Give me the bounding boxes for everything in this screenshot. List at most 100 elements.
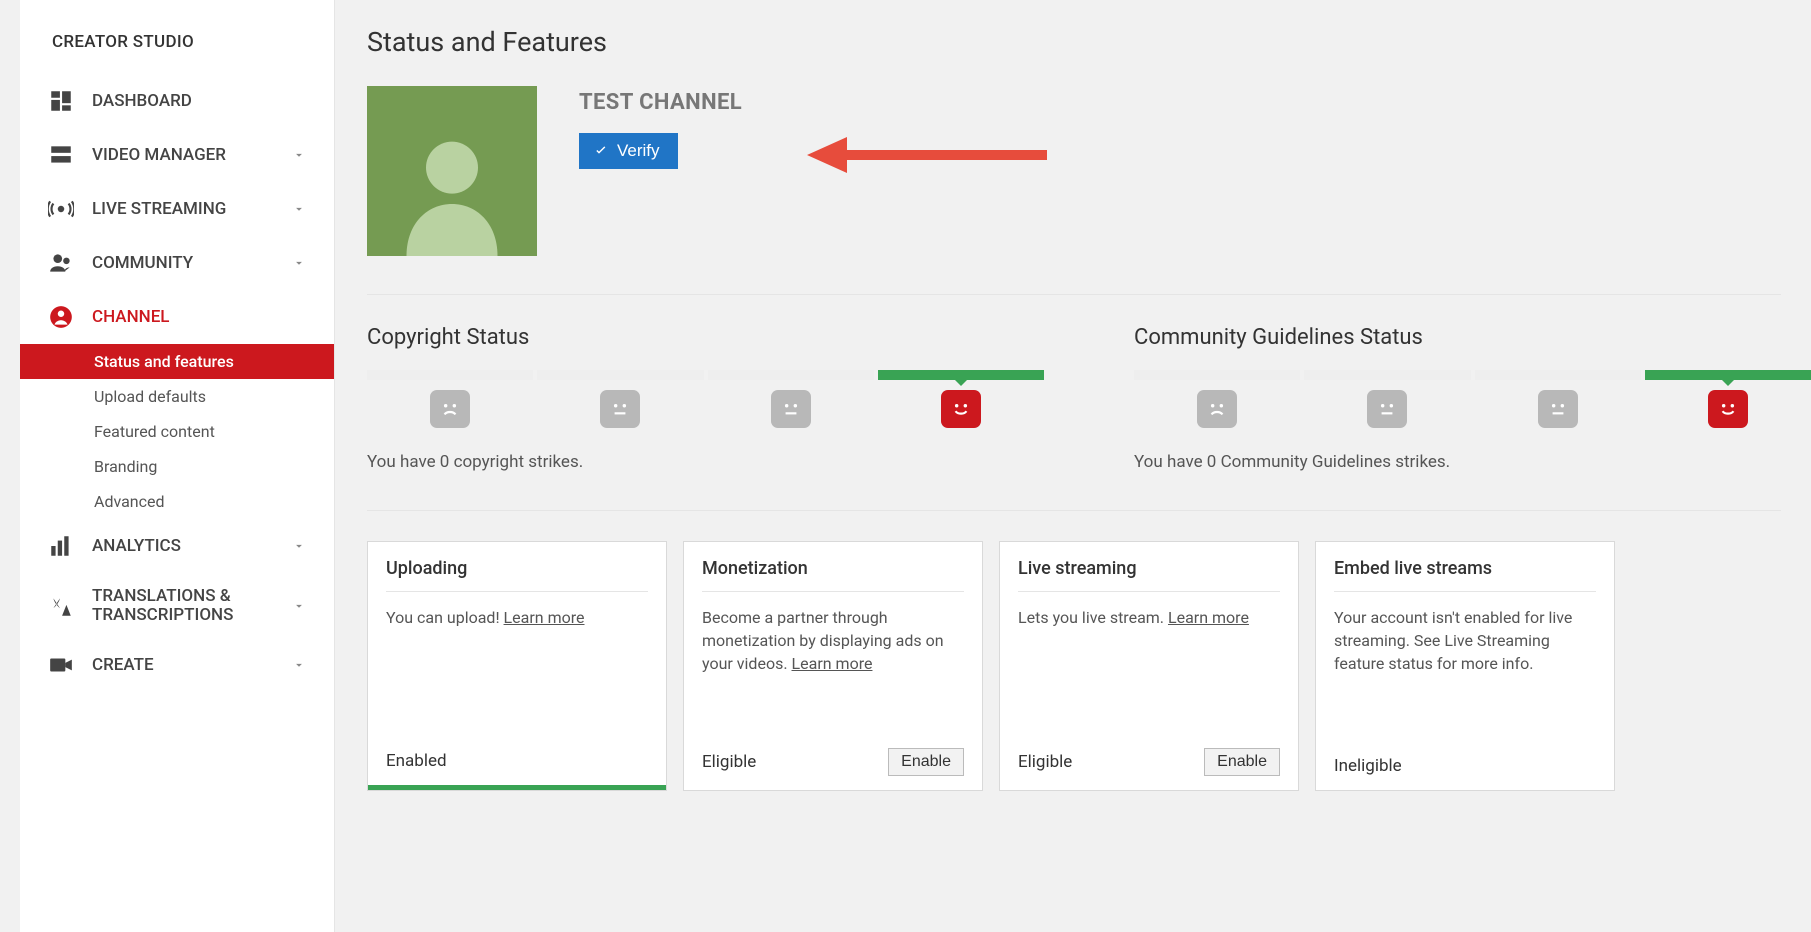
community-status-bar bbox=[1134, 370, 1811, 380]
chevron-down-icon bbox=[292, 256, 306, 270]
feature-desc-text: You can upload! bbox=[386, 608, 504, 627]
chevron-down-icon bbox=[292, 599, 306, 613]
community-status-text: You have 0 Community Guidelines strikes. bbox=[1134, 452, 1811, 472]
feature-desc-text: Lets you live stream. bbox=[1018, 608, 1168, 627]
happy-face-icon bbox=[1708, 390, 1748, 428]
feature-status: Eligible bbox=[1018, 752, 1072, 772]
copyright-status-text: You have 0 copyright strikes. bbox=[367, 452, 1044, 472]
neutral-face-icon bbox=[1538, 390, 1578, 428]
status-segment bbox=[1134, 370, 1300, 380]
chevron-down-icon bbox=[292, 658, 306, 672]
feature-cards-row: Uploading You can upload! Learn more Ena… bbox=[367, 541, 1811, 791]
feature-title: Monetization bbox=[702, 558, 964, 592]
dashboard-icon bbox=[48, 88, 74, 114]
main-content: Status and Features TEST CHANNEL Verify … bbox=[335, 0, 1811, 932]
neutral-face-icon bbox=[771, 390, 811, 428]
status-segment bbox=[708, 370, 874, 380]
nav-label: CHANNEL bbox=[92, 307, 318, 327]
copyright-status-bar bbox=[367, 370, 1044, 380]
sidebar: CREATOR STUDIO DASHBOARD VIDEO MANAGER L… bbox=[20, 0, 335, 932]
nav-label: TRANSLATIONS & TRANSCRIPTIONS bbox=[92, 587, 292, 624]
live-streaming-icon bbox=[48, 196, 74, 222]
nav-label: ANALYTICS bbox=[92, 536, 292, 556]
community-status-faces bbox=[1134, 390, 1811, 428]
sad-face-icon bbox=[1197, 390, 1237, 428]
channel-icon bbox=[48, 304, 74, 330]
subnav-branding[interactable]: Branding bbox=[20, 449, 334, 484]
sidebar-item-translations[interactable]: TRANSLATIONS & TRANSCRIPTIONS bbox=[20, 573, 334, 638]
sidebar-title: CREATOR STUDIO bbox=[20, 20, 334, 74]
analytics-icon bbox=[48, 533, 74, 559]
page-title: Status and Features bbox=[367, 26, 1811, 58]
feature-description: Your account isn't enabled for live stre… bbox=[1334, 606, 1596, 742]
feature-status: Eligible bbox=[702, 752, 756, 772]
channel-subnav: Status and features Upload defaults Feat… bbox=[20, 344, 334, 519]
verify-button[interactable]: Verify bbox=[579, 133, 678, 169]
annotation-arrow bbox=[807, 130, 1047, 184]
neutral-face-icon bbox=[600, 390, 640, 428]
nav-label: CREATE bbox=[92, 655, 292, 675]
feature-title: Live streaming bbox=[1018, 558, 1280, 592]
translations-icon bbox=[48, 593, 74, 619]
subnav-status-features[interactable]: Status and features bbox=[20, 344, 334, 379]
community-icon bbox=[48, 250, 74, 276]
copyright-status-faces bbox=[367, 390, 1044, 428]
sidebar-item-analytics[interactable]: ANALYTICS bbox=[20, 519, 334, 573]
sidebar-item-video-manager[interactable]: VIDEO MANAGER bbox=[20, 128, 334, 182]
chevron-down-icon bbox=[292, 539, 306, 553]
feature-title: Embed live streams bbox=[1334, 558, 1596, 592]
subnav-featured-content[interactable]: Featured content bbox=[20, 414, 334, 449]
nav-label: VIDEO MANAGER bbox=[92, 145, 292, 165]
sidebar-item-create[interactable]: CREATE bbox=[20, 638, 334, 692]
feature-description: Become a partner through monetization by… bbox=[702, 606, 964, 734]
channel-header: TEST CHANNEL Verify bbox=[367, 86, 1811, 256]
community-status-title: Community Guidelines Status bbox=[1134, 325, 1811, 350]
learn-more-link[interactable]: Learn more bbox=[504, 608, 585, 627]
happy-face-icon bbox=[941, 390, 981, 428]
feature-title: Uploading bbox=[386, 558, 648, 592]
enable-button[interactable]: Enable bbox=[888, 748, 964, 776]
check-icon bbox=[593, 143, 609, 159]
status-segment bbox=[1475, 370, 1641, 380]
channel-avatar bbox=[367, 86, 537, 256]
sidebar-item-dashboard[interactable]: DASHBOARD bbox=[20, 74, 334, 128]
feature-status: Ineligible bbox=[1334, 756, 1402, 776]
subnav-advanced[interactable]: Advanced bbox=[20, 484, 334, 519]
sidebar-item-live-streaming[interactable]: LIVE STREAMING bbox=[20, 182, 334, 236]
feature-footer: Ineligible bbox=[1334, 742, 1596, 790]
subnav-upload-defaults[interactable]: Upload defaults bbox=[20, 379, 334, 414]
divider bbox=[367, 510, 1781, 511]
community-status-block: Community Guidelines Status You have 0 C… bbox=[1134, 325, 1811, 472]
status-segment bbox=[1304, 370, 1470, 380]
enable-button[interactable]: Enable bbox=[1204, 748, 1280, 776]
video-manager-icon bbox=[48, 142, 74, 168]
feature-card-uploading: Uploading You can upload! Learn more Ena… bbox=[367, 541, 667, 791]
neutral-face-icon bbox=[1367, 390, 1407, 428]
status-segment bbox=[537, 370, 703, 380]
nav-label: DASHBOARD bbox=[92, 91, 318, 111]
status-row: Copyright Status You have 0 copyright st… bbox=[367, 325, 1811, 472]
feature-footer: Enabled bbox=[386, 737, 648, 785]
chevron-down-icon bbox=[292, 148, 306, 162]
chevron-down-icon bbox=[292, 202, 306, 216]
copyright-status-block: Copyright Status You have 0 copyright st… bbox=[367, 325, 1044, 472]
feature-footer: Eligible Enable bbox=[702, 734, 964, 790]
feature-footer: Eligible Enable bbox=[1018, 734, 1280, 790]
sidebar-item-channel[interactable]: CHANNEL bbox=[20, 290, 334, 344]
feature-status: Enabled bbox=[386, 751, 447, 771]
learn-more-link[interactable]: Learn more bbox=[792, 654, 873, 673]
feature-desc-text: Your account isn't enabled for live stre… bbox=[1334, 608, 1572, 673]
learn-more-link[interactable]: Learn more bbox=[1168, 608, 1249, 627]
divider bbox=[367, 294, 1781, 295]
feature-description: You can upload! Learn more bbox=[386, 606, 648, 737]
feature-card-embed-live: Embed live streams Your account isn't en… bbox=[1315, 541, 1615, 791]
sidebar-item-community[interactable]: COMMUNITY bbox=[20, 236, 334, 290]
nav-label: LIVE STREAMING bbox=[92, 199, 292, 219]
feature-card-monetization: Monetization Become a partner through mo… bbox=[683, 541, 983, 791]
verify-label: Verify bbox=[617, 141, 660, 161]
create-icon bbox=[48, 652, 74, 678]
channel-name: TEST CHANNEL bbox=[579, 90, 742, 115]
status-segment bbox=[367, 370, 533, 380]
sad-face-icon bbox=[430, 390, 470, 428]
avatar-placeholder-icon bbox=[387, 126, 517, 256]
